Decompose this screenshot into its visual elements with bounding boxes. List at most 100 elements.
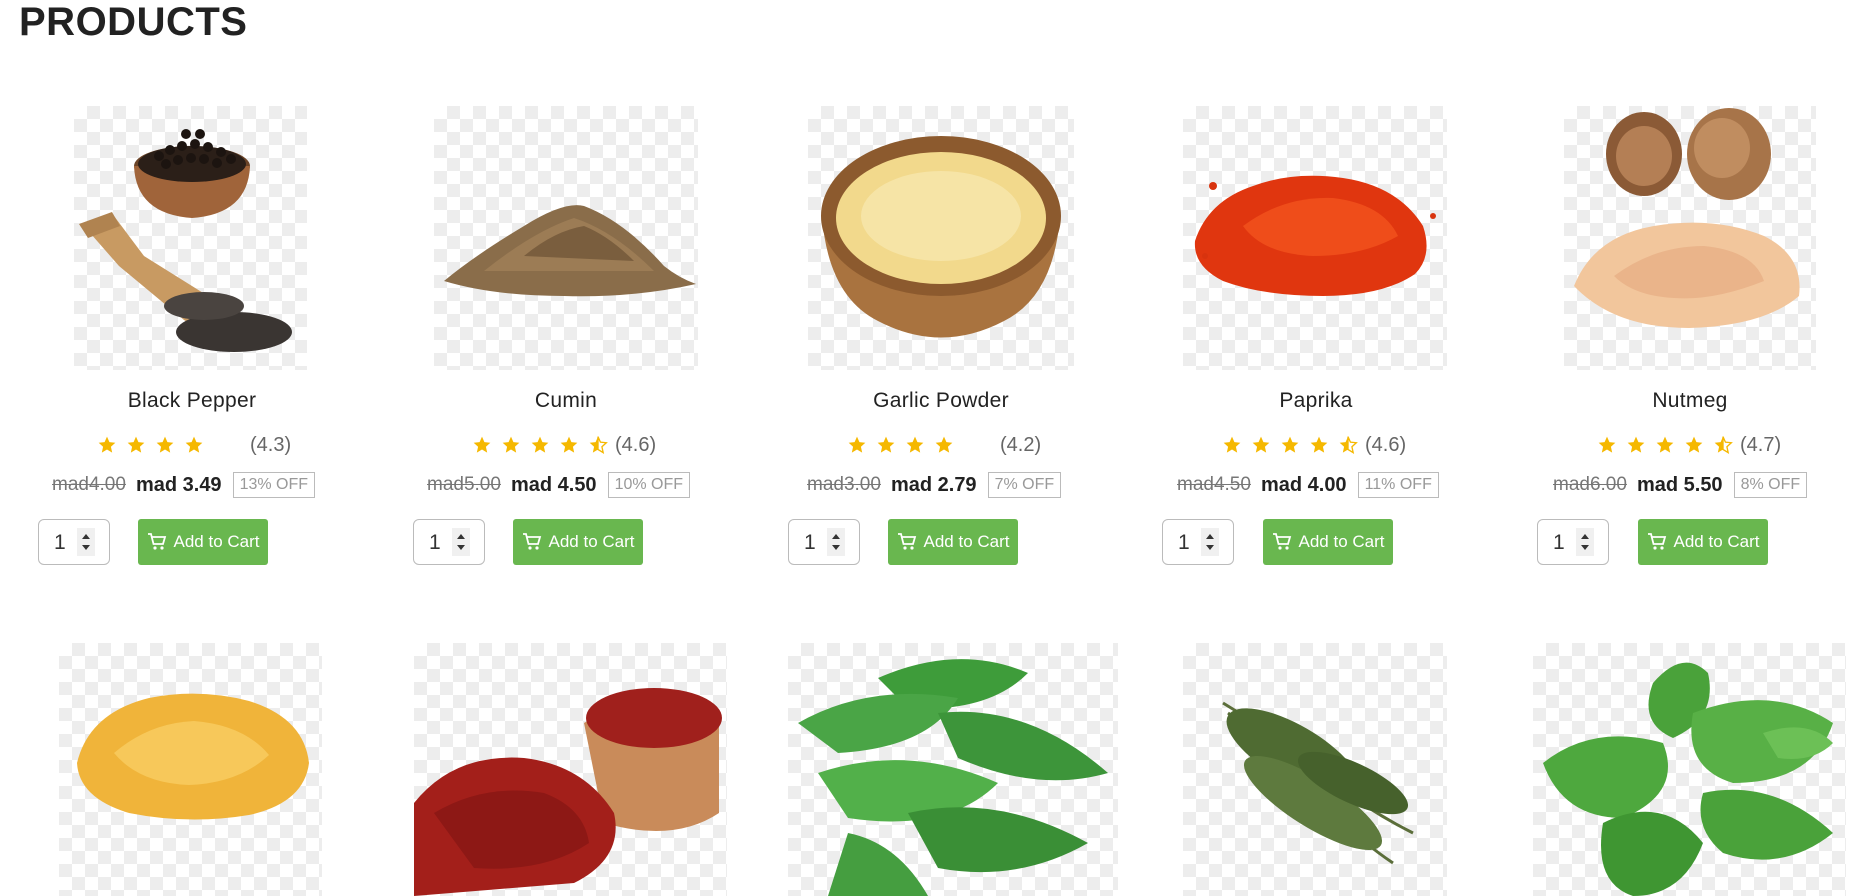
add-to-cart-button[interactable]: Add to Cart: [513, 519, 643, 565]
quantity-value: 1: [1178, 531, 1190, 554]
discount-badge: 8% OFF: [1733, 472, 1808, 498]
star-icon: [127, 436, 145, 453]
add-to-cart-button[interactable]: Add to Cart: [888, 519, 1018, 565]
product-rating: (4.6): [472, 431, 656, 459]
rating-value: (4.2): [1000, 433, 1042, 456]
quantity-stepper[interactable]: 1: [788, 519, 860, 565]
star-icon: [1598, 436, 1616, 453]
product-name[interactable]: Black Pepper: [42, 389, 342, 413]
quantity-stepper[interactable]: 1: [38, 519, 110, 565]
star-icon: [531, 436, 549, 453]
star-icon: [1627, 436, 1645, 453]
cart-icon: [1647, 533, 1666, 550]
product-name[interactable]: Cumin: [416, 389, 716, 413]
star-icon: [1685, 436, 1703, 453]
product-pricing: mad4.00 mad 3.49 13% OFF: [52, 470, 316, 500]
discount-badge: 7% OFF: [987, 472, 1062, 498]
add-to-cart-button[interactable]: Add to Cart: [1263, 519, 1393, 565]
add-to-cart-label: Add to Cart: [548, 532, 635, 551]
old-price: mad4.50: [1177, 474, 1251, 495]
spinner-arrows-icon[interactable]: [1576, 528, 1594, 556]
rating-value: (4.6): [1365, 433, 1407, 456]
rating-stars: [472, 435, 617, 455]
cart-icon: [897, 533, 916, 550]
quantity-stepper[interactable]: 1: [1162, 519, 1234, 565]
product-pricing: mad3.00 mad 2.79 7% OFF: [807, 470, 1062, 500]
rating-stars: [1222, 435, 1367, 455]
product-pricing: mad5.00 mad 4.50 10% OFF: [427, 470, 691, 500]
thyme-image[interactable]: [1183, 643, 1447, 896]
new-price: mad 3.49: [135, 473, 222, 496]
half-star-icon: [1714, 436, 1733, 454]
product-rating: (4.6): [1222, 431, 1406, 459]
quantity-stepper[interactable]: 1: [1537, 519, 1609, 565]
old-price: mad6.00: [1553, 474, 1627, 495]
old-price: mad3.00: [807, 474, 881, 495]
product-name[interactable]: Nutmeg: [1540, 389, 1840, 413]
cart-icon: [147, 533, 166, 550]
spinner-arrows-icon[interactable]: [827, 528, 845, 556]
star-icon: [1281, 436, 1299, 453]
product-image[interactable]: [74, 106, 307, 370]
half-star-icon: [589, 436, 608, 454]
bay-leaves-image[interactable]: [788, 643, 1118, 896]
spinner-arrows-icon[interactable]: [452, 528, 470, 556]
discount-badge: 13% OFF: [232, 472, 316, 498]
cart-icon: [1272, 533, 1291, 550]
product-image[interactable]: [1564, 106, 1816, 370]
spinner-arrows-icon[interactable]: [1201, 528, 1219, 556]
add-to-cart-label: Add to Cart: [173, 532, 260, 551]
product-rating: (4.2): [847, 431, 1041, 459]
add-to-cart-label: Add to Cart: [1673, 532, 1760, 551]
star-icon: [560, 436, 578, 453]
old-price: mad5.00: [427, 474, 501, 495]
star-icon: [1310, 436, 1328, 453]
rating-value: (4.6): [615, 433, 657, 456]
star-icon: [502, 436, 520, 453]
quantity-value: 1: [804, 531, 816, 554]
quantity-value: 1: [1553, 531, 1565, 554]
discount-badge: 11% OFF: [1357, 472, 1439, 498]
new-price: mad 4.00: [1260, 473, 1347, 496]
star-icon: [906, 436, 924, 453]
saffron-image[interactable]: [414, 643, 727, 896]
spinner-arrows-icon[interactable]: [77, 528, 95, 556]
product-rating: (4.3): [97, 431, 291, 459]
new-price: mad 4.50: [510, 473, 597, 496]
star-icon: [473, 436, 491, 453]
add-to-cart-label: Add to Cart: [923, 532, 1010, 551]
page-title: PRODUCTS: [19, 0, 248, 44]
basil-image[interactable]: [1533, 643, 1846, 896]
product-name[interactable]: Garlic Powder: [791, 389, 1091, 413]
new-price: mad 5.50: [1636, 473, 1723, 496]
star-icon: [1656, 436, 1674, 453]
discount-badge: 10% OFF: [607, 472, 691, 498]
add-to-cart-button[interactable]: Add to Cart: [1638, 519, 1768, 565]
quantity-stepper[interactable]: 1: [413, 519, 485, 565]
half-star-icon: [1339, 436, 1358, 454]
rating-value: (4.3): [250, 433, 292, 456]
star-icon: [1223, 436, 1241, 453]
quantity-value: 1: [429, 531, 441, 554]
new-price: mad 2.79: [890, 473, 977, 496]
product-rating: (4.7): [1597, 431, 1781, 459]
product-pricing: mad6.00 mad 5.50 8% OFF: [1553, 470, 1808, 500]
product-image[interactable]: [1183, 106, 1447, 370]
product-image[interactable]: [434, 106, 698, 370]
rating-stars: [847, 435, 992, 455]
star-icon: [935, 436, 953, 453]
rating-stars: [97, 435, 242, 455]
star-icon: [98, 436, 116, 453]
add-to-cart-button[interactable]: Add to Cart: [138, 519, 268, 565]
product-image[interactable]: [808, 106, 1074, 370]
add-to-cart-label: Add to Cart: [1298, 532, 1385, 551]
product-pricing: mad4.50 mad 4.00 11% OFF: [1177, 470, 1439, 500]
star-icon: [1252, 436, 1270, 453]
mustard-seeds-image[interactable]: [59, 643, 322, 896]
cart-icon: [522, 533, 541, 550]
product-name[interactable]: Paprika: [1166, 389, 1466, 413]
star-icon: [877, 436, 895, 453]
quantity-value: 1: [54, 531, 66, 554]
old-price: mad4.00: [52, 474, 126, 495]
rating-value: (4.7): [1740, 433, 1782, 456]
